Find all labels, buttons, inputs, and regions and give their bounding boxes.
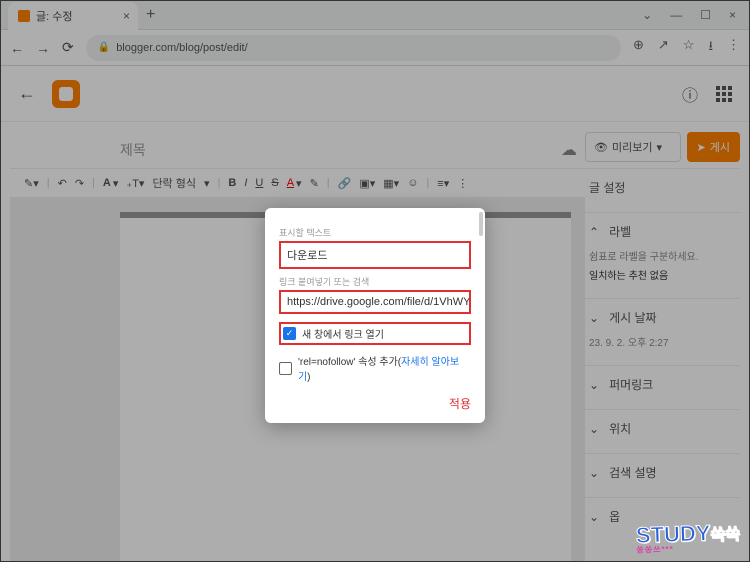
nofollow-row[interactable]: 'rel=nofollow' 속성 추가(자세히 알아보기) [279,353,471,383]
open-new-window-label: 새 창에서 링크 열기 [302,326,384,341]
link-search-label: 링크 붙여넣기 또는 검색 [279,275,471,288]
watermark: STUDY쏙쏙 쏭쏭쓰*** [635,519,740,556]
apply-button[interactable]: 적용 [449,395,471,412]
display-text-label: 표시할 텍스트 [279,226,471,239]
open-new-window-row[interactable]: ✓ 새 창에서 링크 열기 [279,322,471,345]
open-new-window-checkbox[interactable]: ✓ [283,327,296,340]
modal-overlay[interactable]: 표시할 텍스트 다운로드 링크 붙여넣기 또는 검색 https://drive… [0,0,750,562]
nofollow-label: 'rel=nofollow' 속성 추가(자세히 알아보기) [298,353,471,383]
link-dialog: 표시할 텍스트 다운로드 링크 붙여넣기 또는 검색 https://drive… [265,208,485,423]
dialog-scrollbar[interactable] [479,212,483,236]
nofollow-checkbox[interactable] [279,362,292,375]
display-text-input[interactable]: 다운로드 [279,241,471,269]
link-url-input[interactable]: https://drive.google.com/file/d/1VhWYE [279,290,471,314]
